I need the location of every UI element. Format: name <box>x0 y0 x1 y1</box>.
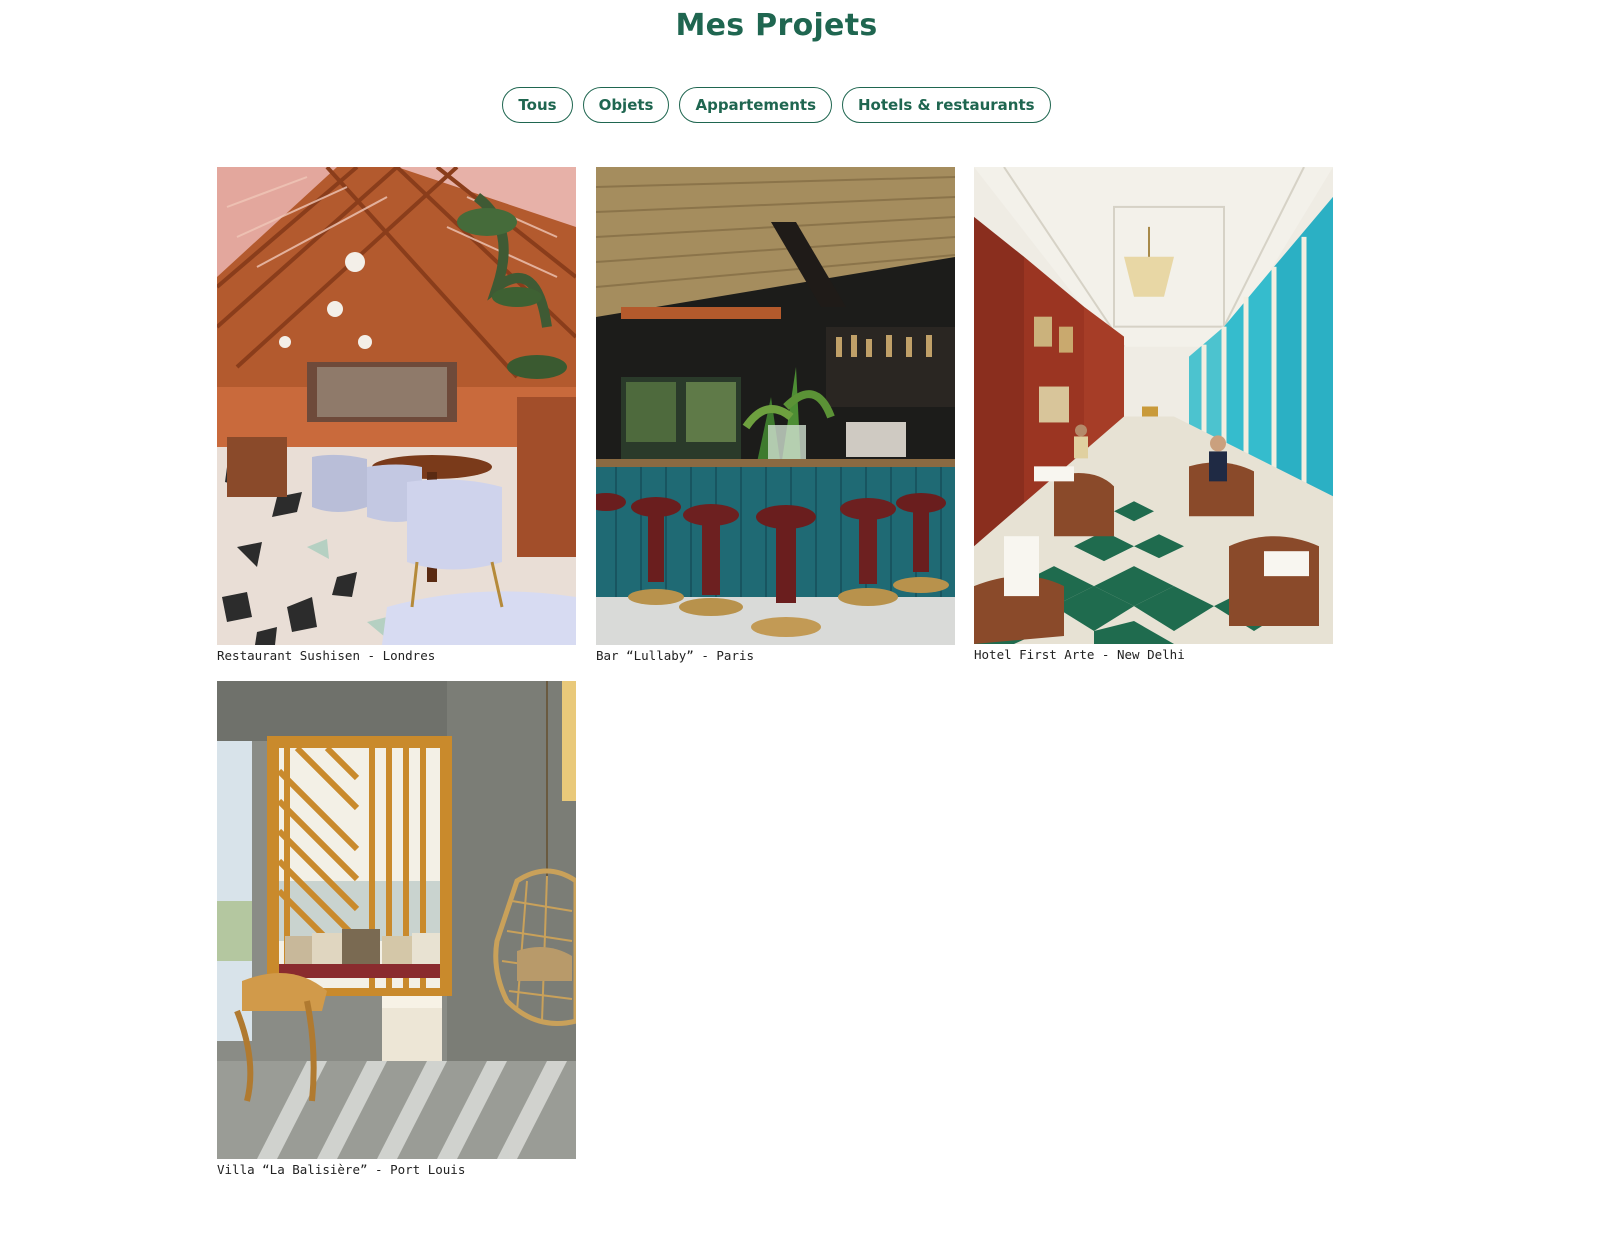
page-title: Mes Projets <box>675 8 878 43</box>
project-caption: Hotel First Arte - New Delhi <box>974 647 1185 662</box>
project-photo-restaurant-sushisen[interactable] <box>217 167 576 645</box>
project-card-villa-la-balisiere[interactable]: Villa “La Balisière” - Port Louis <box>217 681 576 1177</box>
project-card-hotel-first-arte[interactable]: Hotel First Arte - New Delhi <box>974 167 1333 662</box>
filter-appartements-button[interactable]: Appartements <box>679 87 832 123</box>
project-caption: Bar “Lullaby” - Paris <box>596 648 755 663</box>
project-caption: Restaurant Sushisen - Londres <box>217 648 436 663</box>
project-photo-villa-la-balisiere[interactable] <box>217 681 576 1159</box>
filter-objets-button[interactable]: Objets <box>582 87 670 123</box>
project-photo-bar-lullaby[interactable] <box>596 167 955 645</box>
filter-tous-button[interactable]: Tous <box>502 87 573 123</box>
project-photo-hotel-first-arte[interactable] <box>974 167 1333 644</box>
project-card-restaurant-sushisen[interactable]: Restaurant Sushisen - Londres <box>217 167 576 663</box>
filter-hotels-restaurants-button[interactable]: Hotels & restaurants <box>842 87 1051 123</box>
filter-bar: Tous Objets Appartements Hotels & restau… <box>0 87 1553 123</box>
project-card-bar-lullaby[interactable]: Bar “Lullaby” - Paris <box>596 167 955 663</box>
project-caption: Villa “La Balisière” - Port Louis <box>217 1162 466 1177</box>
